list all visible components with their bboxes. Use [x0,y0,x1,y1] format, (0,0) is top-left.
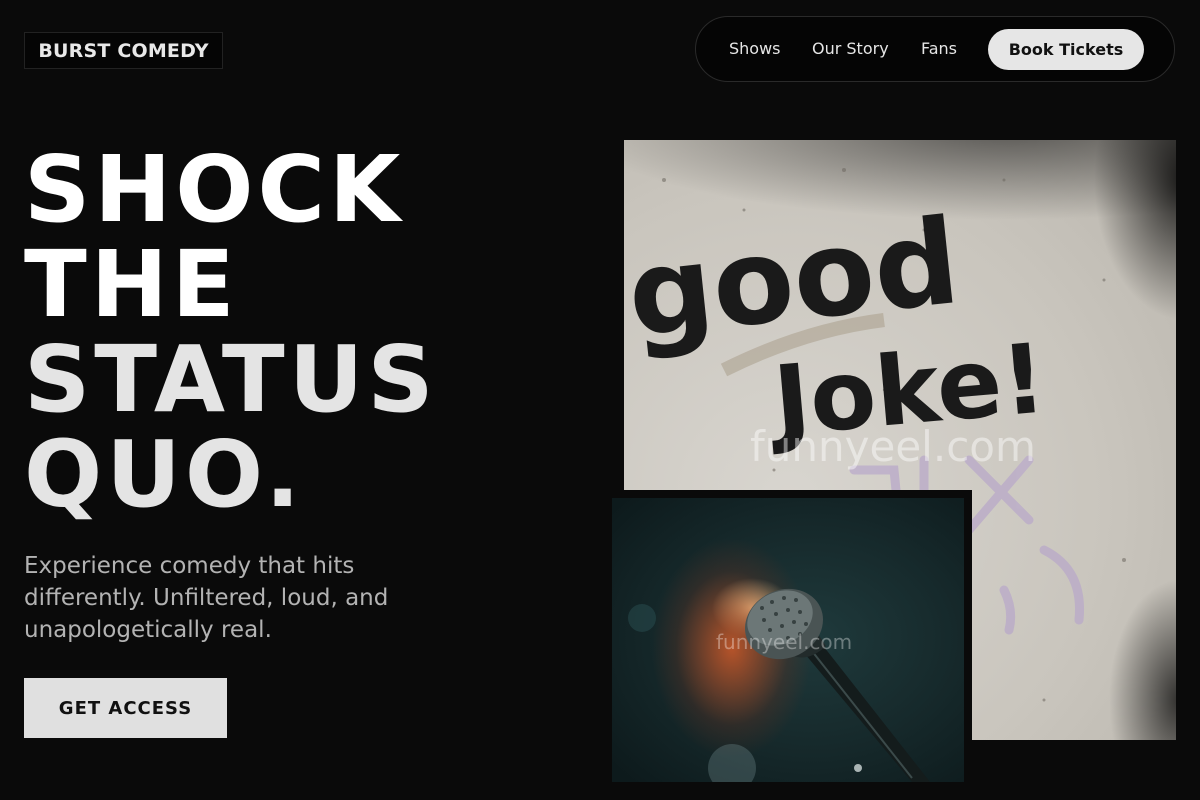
headline-line: SHOCK [24,136,405,243]
headline-line: QUO. [24,421,305,528]
headline-line: THE [24,231,239,338]
hero-subtitle: Experience comedy that hits differently.… [24,553,389,643]
nav-link-our-story[interactable]: Our Story [812,39,889,58]
top-nav: Shows Our Story Fans Book Tickets [695,16,1175,82]
book-tickets-button[interactable]: Book Tickets [988,29,1144,70]
nav-link-fans[interactable]: Fans [921,39,957,58]
nav-link-shows[interactable]: Shows [729,39,781,58]
headline-line: STATUS [24,326,438,433]
watermark-text: funnyeel.com [750,422,1036,471]
watermark-text: funnyeel.com [716,630,853,654]
get-access-button[interactable]: GET ACCESS [24,678,227,738]
hero-headline: SHOCK THE STATUS QUO. [24,142,438,522]
brand-logo[interactable]: BURST COMEDY [24,32,223,69]
microphone-image: funnyeel.com [612,498,964,782]
